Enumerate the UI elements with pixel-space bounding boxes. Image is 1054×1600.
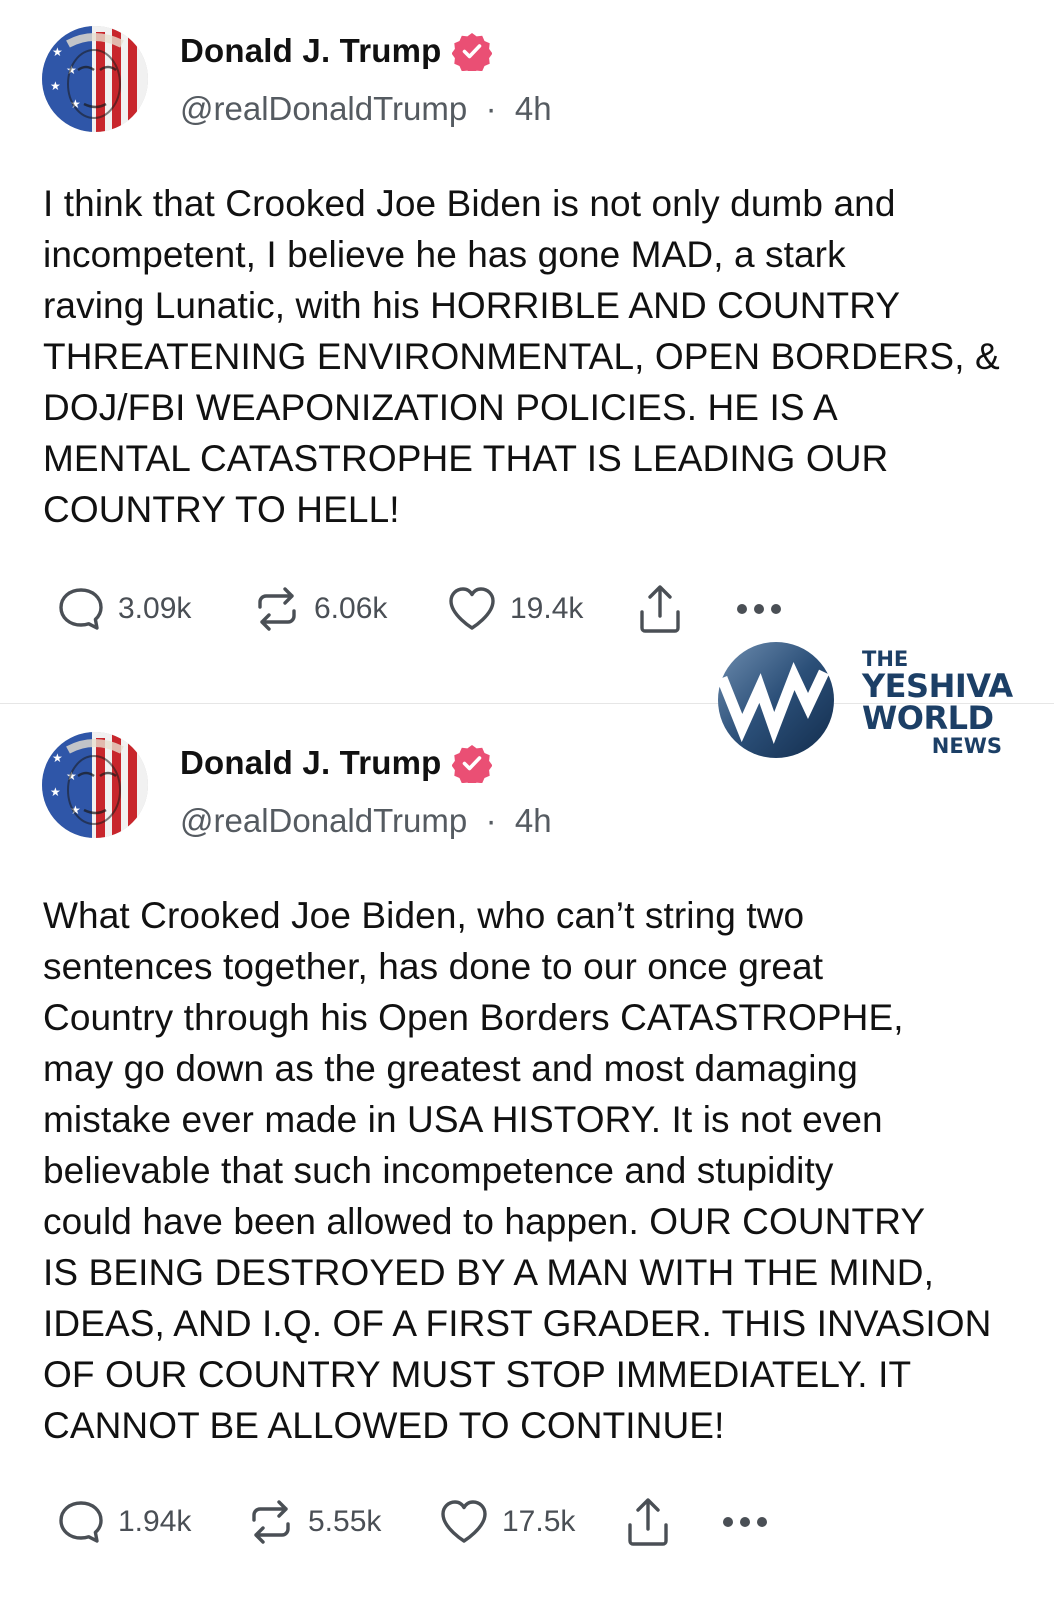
post-text-line: COUNTRY TO HELL! (43, 489, 400, 530)
svg-text:★: ★ (50, 785, 61, 799)
post-text-line: OF OUR COUNTRY MUST STOP IMMEDIATELY. IT (43, 1354, 912, 1395)
reply-bubble-icon (59, 588, 103, 630)
share-button[interactable] (636, 582, 734, 636)
like-count: 19.4k (510, 592, 584, 625)
post-text-line: I think that Crooked Joe Biden is not on… (43, 183, 896, 224)
svg-text:★: ★ (50, 79, 61, 93)
repost-button[interactable]: 5.55k (246, 1497, 438, 1547)
post-text-line: incompetent, I believe he has gone MAD, … (43, 234, 846, 275)
post-text-line: THREATENING ENVIRONMENTAL, OPEN BORDERS,… (43, 336, 1000, 377)
share-button[interactable] (624, 1495, 720, 1549)
author-name-row: Donald J. Trump (180, 742, 492, 784)
author-handle[interactable]: @realDonaldTrump (180, 90, 467, 127)
post-text-line: IDEAS, AND I.Q. OF A FIRST GRADER. THIS … (43, 1303, 992, 1344)
author-handle-row: @realDonaldTrump · 4h (180, 90, 552, 128)
avatar[interactable]: ★ ★ ★ ★ (42, 732, 148, 838)
repost-button[interactable]: 6.06k (252, 584, 446, 634)
repost-count: 6.06k (314, 592, 388, 625)
avatar[interactable]: ★ ★ ★ ★ (42, 26, 148, 132)
post-body: I think that Crooked Joe Biden is not on… (43, 178, 1033, 535)
verified-badge-icon (451, 745, 492, 783)
meta-separator: · (476, 802, 506, 839)
yeshiva-world-news-logo-icon (716, 642, 834, 758)
watermark-news: NEWS (931, 734, 1002, 758)
post-text-line: believable that such incompetence and st… (43, 1150, 834, 1191)
watermark-yeshiva: YESHIVA (862, 667, 1013, 705)
more-options-button[interactable] (734, 601, 784, 617)
more-dots-icon (737, 604, 781, 614)
post-actions: 3.09k 6.06k 19.4k (56, 579, 784, 639)
heart-icon (449, 587, 495, 630)
post-text-line: MENTAL CATASTROPHE THAT IS LEADING OUR (43, 438, 889, 479)
yeshiva-world-news-watermark: THE YESHIVA WORLD NEWS (712, 636, 1014, 766)
post-text-line: may go down as the greatest and most dam… (43, 1048, 858, 1089)
post-text-line: could have been allowed to happen. OUR C… (43, 1201, 926, 1242)
post-text-line: sentences together, has done to our once… (43, 946, 824, 987)
svg-text:★: ★ (52, 45, 63, 59)
reply-button[interactable]: 3.09k (56, 584, 252, 634)
post-actions: 1.94k 5.55k 17.5k (56, 1492, 770, 1552)
author-handle[interactable]: @realDonaldTrump (180, 802, 467, 839)
feed: ★ ★ ★ ★ Donald J. Trump @realDonaldTrump… (0, 0, 1054, 1600)
post-time[interactable]: 4h (515, 90, 552, 127)
share-upload-icon (640, 585, 680, 633)
author-name-row: Donald J. Trump (180, 30, 492, 72)
post-body: What Crooked Joe Biden, who can’t string… (43, 890, 1033, 1451)
more-options-button[interactable] (720, 1514, 770, 1530)
reply-bubble-icon (59, 1501, 103, 1543)
reply-count: 1.94k (118, 1505, 192, 1538)
post-text-line: Country through his Open Borders CATASTR… (43, 997, 904, 1038)
like-button[interactable]: 17.5k (438, 1497, 624, 1547)
heart-icon (441, 1500, 487, 1543)
watermark-world: WORLD (862, 699, 994, 737)
post-text-line: What Crooked Joe Biden, who can’t string… (43, 895, 805, 936)
author-handle-row: @realDonaldTrump · 4h (180, 802, 552, 840)
more-dots-icon (723, 1517, 767, 1527)
watermark-text: THE YESHIVA WORLD NEWS (862, 648, 1013, 758)
post-text-line: CANNOT BE ALLOWED TO CONTINUE! (43, 1405, 725, 1446)
like-button[interactable]: 19.4k (446, 584, 636, 634)
meta-separator: · (476, 90, 506, 127)
like-count: 17.5k (502, 1505, 576, 1538)
post-text-line: mistake ever made in USA HISTORY. It is … (43, 1099, 883, 1140)
post-text-line: DOJ/FBI WEAPONIZATION POLICIES. HE IS A (43, 387, 838, 428)
author-display-name[interactable]: Donald J. Trump (180, 744, 442, 782)
post-time[interactable]: 4h (515, 802, 552, 839)
post[interactable]: ★ ★ ★ ★ Donald J. Trump @realDonaldTrump… (0, 0, 1054, 703)
repost-arrows-icon (258, 587, 296, 631)
reply-count: 3.09k (118, 592, 192, 625)
post[interactable]: ★ ★ ★ ★ Donald J. Trump @realDonaldTrump… (0, 704, 1054, 1600)
svg-text:★: ★ (52, 751, 63, 765)
author-display-name[interactable]: Donald J. Trump (180, 32, 442, 70)
verified-badge-icon (451, 33, 492, 71)
post-text-line: raving Lunatic, with his HORRIBLE AND CO… (43, 285, 901, 326)
reply-button[interactable]: 1.94k (56, 1497, 246, 1547)
repost-count: 5.55k (308, 1505, 382, 1538)
repost-arrows-icon (252, 1500, 290, 1544)
share-upload-icon (628, 1498, 668, 1546)
post-text-line: IS BEING DESTROYED BY A MAN WITH THE MIN… (43, 1252, 934, 1293)
